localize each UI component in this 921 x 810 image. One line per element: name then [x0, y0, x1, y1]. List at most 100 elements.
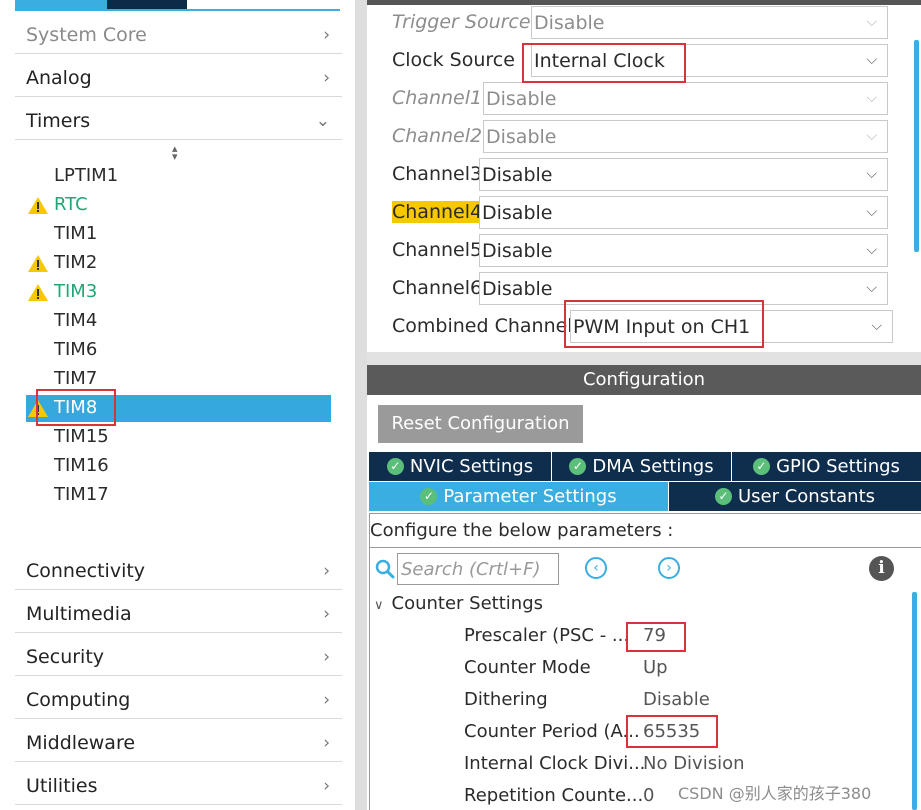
trigger-source-select[interactable]: Disable ⌵ [531, 6, 888, 39]
param-value[interactable]: 79 [643, 625, 666, 646]
param-value[interactable]: 0 [643, 785, 654, 806]
timer-item-rtc[interactable]: RTC [26, 192, 331, 219]
timer-item-tim8[interactable]: TIM8 [26, 395, 331, 422]
channel6-select[interactable]: Disable ⌵ [479, 272, 888, 305]
timer-item-tim6[interactable]: TIM6 [26, 337, 331, 364]
param-name: Counter Period (A... [464, 721, 640, 742]
timer-label: TIM7 [54, 368, 98, 389]
timer-label: TIM4 [54, 310, 98, 331]
arrow-left-circle-icon[interactable]: ‹ [585, 557, 607, 579]
timer-label: LPTIM1 [54, 165, 119, 186]
chevron-down-icon: ⌄ [315, 111, 330, 131]
category-security[interactable]: Security › [15, 638, 342, 676]
category-utilities[interactable]: Utilities › [15, 767, 342, 805]
channel1-select[interactable]: Disable ⌵ [483, 82, 888, 115]
check-circle-icon: ✓ [714, 488, 732, 505]
timer-label: TIM17 [54, 484, 109, 505]
channel4-select[interactable]: Disable ⌵ [479, 196, 888, 229]
category-label: System Core [26, 24, 147, 46]
chevron-down-icon: ∨ [374, 598, 384, 613]
categories-tab-active[interactable] [15, 0, 107, 9]
sort-icon[interactable]: ▴ ▾ [172, 143, 178, 162]
reset-configuration-button[interactable]: Reset Configuration [378, 405, 583, 443]
tab-label: NVIC Settings [409, 456, 534, 477]
tab-label: DMA Settings [592, 456, 714, 477]
chevron-down-icon: ⌵ [866, 204, 877, 220]
mode-label: Combined Channels [392, 315, 583, 337]
category-timers[interactable]: Timers ⌄ [15, 102, 342, 140]
category-middleware[interactable]: Middleware › [15, 724, 342, 762]
component-categories-pane: System Core › Analog › Timers ⌄ ▴ ▾ LPTIM… [0, 0, 355, 810]
arrow-right-circle-icon[interactable]: › [658, 557, 680, 579]
category-connectivity[interactable]: Connectivity › [15, 552, 342, 590]
category-multimedia[interactable]: Multimedia › [15, 595, 342, 633]
check-circle-icon: ✓ [569, 458, 587, 475]
category-system-core[interactable]: System Core › [15, 16, 342, 54]
select-value: Internal Clock [534, 50, 665, 72]
param-row-counter-mode[interactable]: Counter Mode Up [464, 653, 904, 685]
timer-item-tim7[interactable]: TIM7 [26, 366, 331, 393]
check-circle-icon: ✓ [753, 458, 771, 475]
timer-item-tim17[interactable]: TIM17 [26, 482, 331, 509]
timer-label: TIM1 [54, 223, 98, 244]
search-icon [375, 559, 395, 579]
category-analog[interactable]: Analog › [15, 59, 342, 97]
category-label: Connectivity [26, 560, 146, 582]
select-value: Disable [486, 126, 557, 148]
parameter-scrollbar[interactable] [912, 592, 917, 810]
param-row-internal-clock-division[interactable]: Internal Clock Divi... No Division [464, 749, 904, 781]
parameter-search-input[interactable] [397, 553, 559, 585]
timer-item-lptim1[interactable]: LPTIM1 [26, 163, 331, 190]
timer-item-tim4[interactable]: TIM4 [26, 308, 331, 335]
category-computing[interactable]: Computing › [15, 681, 342, 719]
warning-icon [28, 284, 48, 301]
tab-nvic-settings[interactable]: ✓ NVIC Settings [369, 452, 551, 481]
info-icon[interactable]: i [869, 556, 894, 581]
category-label: Multimedia [26, 603, 132, 625]
tab-label: Parameter Settings [443, 486, 617, 507]
warning-icon [28, 400, 48, 417]
tab-user-constants[interactable]: ✓ User Constants [669, 482, 921, 511]
channel3-select[interactable]: Disable ⌵ [479, 158, 888, 191]
param-row-counter-period[interactable]: Counter Period (A... 65535 [464, 717, 904, 749]
timer-item-tim16[interactable]: TIM16 [26, 453, 331, 480]
channel5-select[interactable]: Disable ⌵ [479, 234, 888, 267]
mode-scrollbar[interactable] [914, 0, 919, 252]
chevron-right-icon: › [323, 733, 330, 753]
chevron-right-icon: › [323, 647, 330, 667]
category-label: Utilities [26, 775, 98, 797]
scrollbar-thumb[interactable] [914, 40, 919, 252]
timer-item-tim3[interactable]: TIM3 [26, 279, 331, 306]
param-value[interactable]: Disable [643, 689, 710, 710]
tab-gpio-settings[interactable]: ✓ GPIO Settings [732, 452, 921, 481]
timer-item-tim2[interactable]: TIM2 [26, 250, 331, 277]
param-value[interactable]: 65535 [643, 721, 700, 742]
timer-item-tim1[interactable]: TIM1 [26, 221, 331, 248]
tab-parameter-settings[interactable]: ✓ Parameter Settings [369, 482, 668, 511]
mode-pane: Trigger Source Disable ⌵ Clock Source In… [367, 0, 921, 352]
timer-item-tim15[interactable]: TIM15 [26, 424, 331, 451]
select-value: Disable [482, 164, 553, 186]
channel2-select[interactable]: Disable ⌵ [483, 120, 888, 153]
param-row-dithering[interactable]: Dithering Disable [464, 685, 904, 717]
mode-label: Channel1 [392, 87, 483, 109]
param-row-prescaler[interactable]: Prescaler (PSC - ... 79 [464, 621, 904, 653]
select-value: Disable [486, 88, 557, 110]
section-counter-settings[interactable]: ∨ Counter Settings [374, 593, 543, 614]
param-value[interactable]: No Division [643, 753, 745, 774]
chevron-down-icon: ⌵ [866, 166, 877, 182]
combined-channels-select[interactable]: PWM Input on CH1 ⌵ [570, 310, 893, 343]
check-circle-icon: ✓ [420, 488, 438, 505]
param-name: Prescaler (PSC - ... [464, 625, 630, 646]
pane-splitter[interactable] [355, 0, 367, 810]
chevron-down-icon: ⌵ [866, 128, 877, 144]
chevron-right-icon: › [323, 68, 330, 88]
configuration-header: Configuration [367, 365, 921, 395]
param-value[interactable]: Up [643, 657, 668, 678]
clock-source-select[interactable]: Internal Clock ⌵ [531, 44, 888, 77]
categories-tab-a-z[interactable] [107, 0, 187, 9]
config-description: Configure the below parameters : [370, 520, 674, 541]
tab-label: User Constants [737, 486, 876, 507]
category-label: Security [26, 646, 105, 668]
tab-dma-settings[interactable]: ✓ DMA Settings [552, 452, 731, 481]
